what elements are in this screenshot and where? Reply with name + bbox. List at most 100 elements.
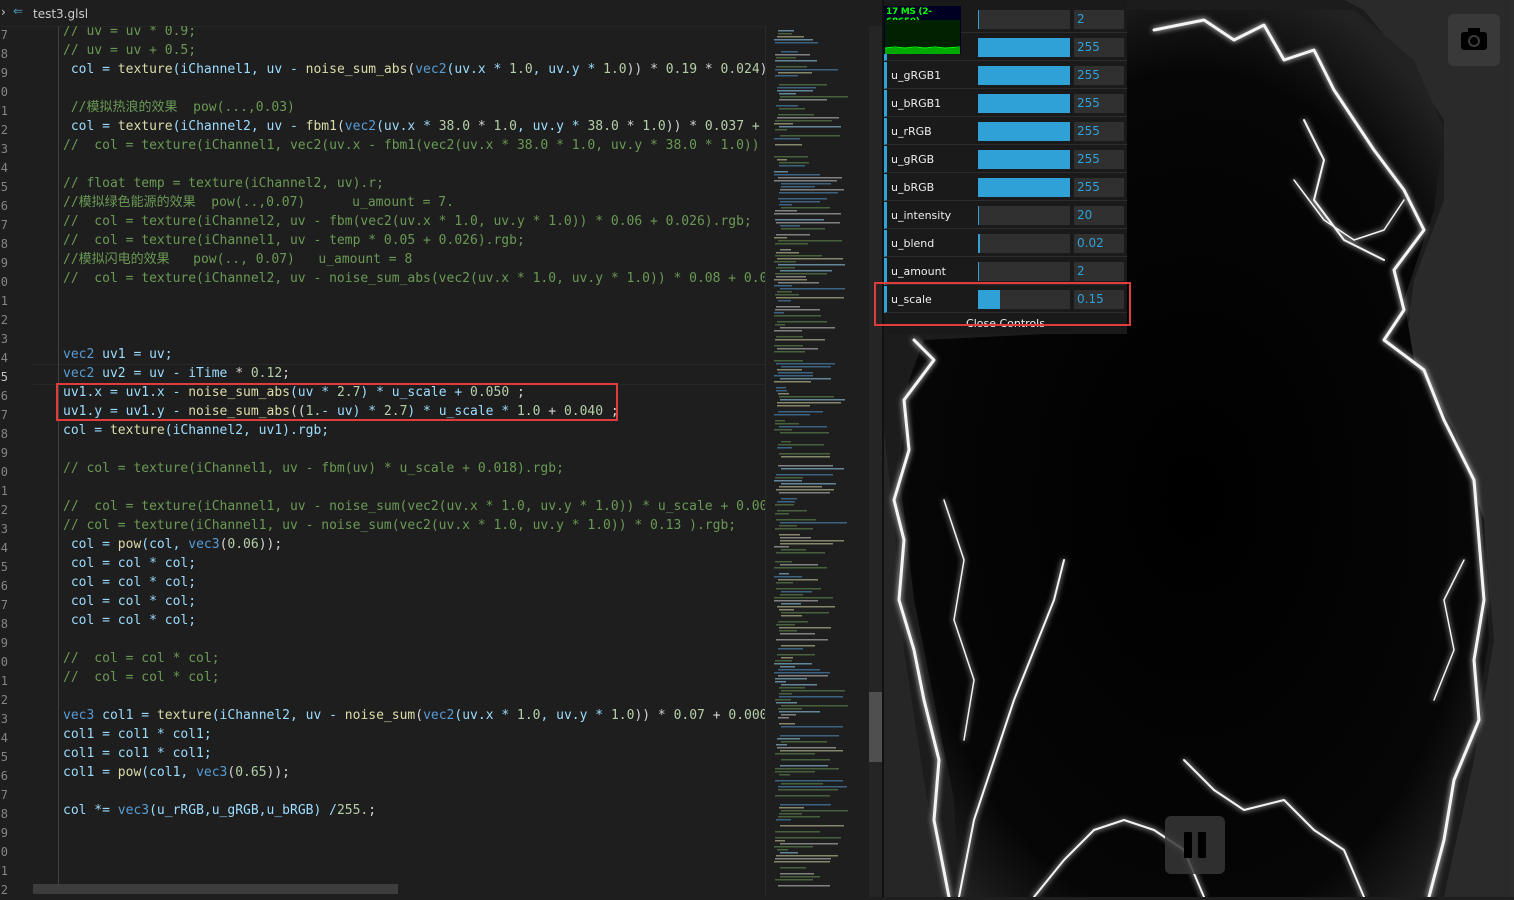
- code-line[interactable]: //模拟热浪的效果 pow(...,0.03): [63, 98, 295, 117]
- line-number: 5: [0, 750, 8, 764]
- horizontal-scrollbar[interactable]: [33, 884, 398, 894]
- control-slider[interactable]: [978, 234, 1070, 253]
- code-line[interactable]: // col = texture(iChannel1, vec2(uv.x - …: [63, 136, 765, 155]
- code-token: 255.: [336, 803, 369, 818]
- control-row[interactable]: u_gRGB 255: [884, 146, 1127, 173]
- code-editor[interactable]: › ⇐ test3.glsl 7 8 9 0 1 2 3 4 5 6 7 8 9 0 1 2 3 4 5 6 7 8 9 0 1…: [0, 0, 882, 897]
- line-number: 2: [0, 693, 8, 707]
- code-token: 0.07: [673, 708, 705, 723]
- code-token: col = col * col;: [63, 556, 197, 571]
- code-token: col1 = col1 * col1;: [63, 746, 212, 761]
- control-value-input[interactable]: 255: [1074, 38, 1124, 57]
- code-token: 38.0: [438, 119, 471, 134]
- slider-fill: [978, 38, 1070, 57]
- control-slider[interactable]: [978, 66, 1070, 85]
- code-line[interactable]: //模拟闪电的效果 pow(.., 0.07) u_amount = 8: [63, 250, 412, 269]
- control-slider[interactable]: [978, 38, 1070, 57]
- screenshot-button[interactable]: [1448, 14, 1500, 66]
- control-row[interactable]: u_rRGB 255: [884, 118, 1127, 145]
- line-number-gutter: 7 8 9 0 1 2 3 4 5 6 7 8 9 0 1 2 3 4 5 6 7 8 9 0 1 2 3 4 5 6 7 8 9 0 1 2 3 4 5 6…: [0, 26, 32, 897]
- code-line[interactable]: // col = texture(iChannel1, uv - noise_s…: [63, 516, 736, 535]
- control-row[interactable]: u_gRGB1 255: [884, 62, 1127, 89]
- code-line[interactable]: //模拟绿色能源的效果 pow(..,0.07) u_amount = 7.: [63, 193, 454, 212]
- control-row[interactable]: u_amount 2: [884, 258, 1127, 285]
- control-value-input[interactable]: 255: [1074, 66, 1124, 85]
- code-line[interactable]: vec2 uv2 = uv - iTime * 0.12;: [63, 364, 290, 383]
- control-label: u_blend: [891, 237, 935, 250]
- code-line[interactable]: // uv = uv + 0.5;: [63, 41, 196, 60]
- control-slider[interactable]: [978, 122, 1070, 141]
- control-row[interactable]: u_bRGB1 255: [884, 90, 1127, 117]
- fps-stats-panel[interactable]: 17 MS (2-68650): [884, 6, 961, 54]
- vertical-scrollbar[interactable]: [869, 26, 882, 897]
- line-number: 8: [0, 617, 8, 631]
- code-line[interactable]: // col = col * col;: [63, 668, 220, 687]
- control-value-input[interactable]: 255: [1074, 178, 1124, 197]
- line-number: 7: [0, 408, 8, 422]
- code-line[interactable]: col = pow(col, vec3(0.06));: [63, 535, 282, 554]
- control-slider[interactable]: [978, 10, 1070, 29]
- control-value-input[interactable]: 255: [1074, 94, 1124, 113]
- code-token: vec3: [63, 708, 95, 723]
- code-line[interactable]: col = col * col;: [63, 592, 196, 611]
- pause-icon-bar: [1198, 832, 1206, 858]
- line-number: 6: [0, 199, 8, 213]
- line-number: 5: [0, 180, 8, 194]
- code-line[interactable]: col = texture(iChannel2, uv - fbm1(vec2(…: [63, 117, 765, 136]
- slider-fill: [978, 10, 979, 29]
- code-token: 1.0: [509, 62, 533, 77]
- code-line[interactable]: // col = texture(iChannel1, uv - temp * …: [63, 231, 525, 250]
- code-line[interactable]: // col = texture(iChannel2, uv - noise_s…: [63, 269, 765, 288]
- code-token: (iChannel2, uv -: [172, 119, 306, 134]
- code-token: 0.000: [728, 708, 765, 723]
- code-token: , uv.y *: [517, 119, 588, 134]
- line-number: 7: [0, 28, 8, 42]
- control-value-input[interactable]: 2: [1074, 10, 1124, 29]
- pause-button[interactable]: [1165, 816, 1225, 874]
- code-line[interactable]: // col = texture(iChannel1, uv - fbm(uv)…: [63, 459, 564, 478]
- minimap[interactable]: [765, 26, 870, 897]
- code-line[interactable]: // float temp = texture(iChannel2, uv).r…: [63, 174, 384, 193]
- control-value-input[interactable]: 2: [1074, 262, 1124, 281]
- code-token: (u_rRGB,u_gRGB,u_bRGB) /: [149, 803, 337, 818]
- code-line[interactable]: col = texture(iChannel1, uv - noise_sum_…: [63, 60, 765, 79]
- code-line[interactable]: col = texture(iChannel2, uv1).rgb;: [63, 421, 329, 440]
- file-type-icon: ⇐: [13, 4, 24, 18]
- control-slider[interactable]: [978, 150, 1070, 169]
- control-value-input[interactable]: 20: [1074, 206, 1124, 225]
- control-slider[interactable]: [978, 94, 1070, 113]
- control-value-input[interactable]: 255: [1074, 122, 1124, 141]
- code-line[interactable]: // col = texture(iChannel2, uv - fbm(vec…: [63, 212, 752, 231]
- code-line[interactable]: // col = texture(iChannel1, uv - noise_s…: [63, 497, 765, 516]
- code-line[interactable]: // uv = uv * 0.9;: [63, 26, 196, 41]
- code-area[interactable]: // uv = uv * 0.9; // uv = uv + 0.5; col =…: [33, 26, 765, 886]
- control-row[interactable]: u_bRGB 255: [884, 174, 1127, 201]
- control-value-input[interactable]: 255: [1074, 150, 1124, 169]
- file-name[interactable]: test3.glsl: [33, 7, 88, 21]
- code-line[interactable]: col *= vec3(u_rRGB,u_gRGB,u_bRGB) /255.;: [63, 801, 376, 820]
- control-slider[interactable]: [978, 262, 1070, 281]
- control-slider[interactable]: [978, 178, 1070, 197]
- code-line[interactable]: col1 = pow(col1, vec3(0.65));: [63, 763, 290, 782]
- code-token: // col = texture(iChannel2, uv - fbm(vec…: [63, 214, 752, 229]
- code-line[interactable]: // col = col * col;: [63, 649, 220, 668]
- code-token: vec2: [63, 347, 95, 362]
- scrollbar-thumb[interactable]: [869, 692, 882, 762]
- code-line[interactable]: col = col * col;: [63, 573, 196, 592]
- line-number: 2: [0, 503, 8, 517]
- slider-fill: [978, 234, 980, 253]
- chevron-right-icon[interactable]: ›: [1, 5, 6, 19]
- code-line[interactable]: col = col * col;: [63, 611, 196, 630]
- control-row[interactable]: u_blend 0.02: [884, 230, 1127, 257]
- code-line[interactable]: vec3 col1 = texture(iChannel2, uv - nois…: [63, 706, 765, 725]
- minimap-lines: [774, 30, 848, 887]
- code-line[interactable]: col = col * col;: [63, 554, 196, 573]
- control-slider[interactable]: [978, 206, 1070, 225]
- code-line[interactable]: col1 = col1 * col1;: [63, 744, 212, 763]
- code-line[interactable]: col1 = col1 * col1;: [63, 725, 212, 744]
- control-row[interactable]: u_intensity 20: [884, 202, 1127, 229]
- code-token: ;: [368, 803, 377, 818]
- control-value-input[interactable]: 0.02: [1074, 234, 1124, 253]
- code-token: 1.0: [517, 708, 541, 723]
- code-line[interactable]: vec2 uv1 = uv;: [63, 345, 173, 364]
